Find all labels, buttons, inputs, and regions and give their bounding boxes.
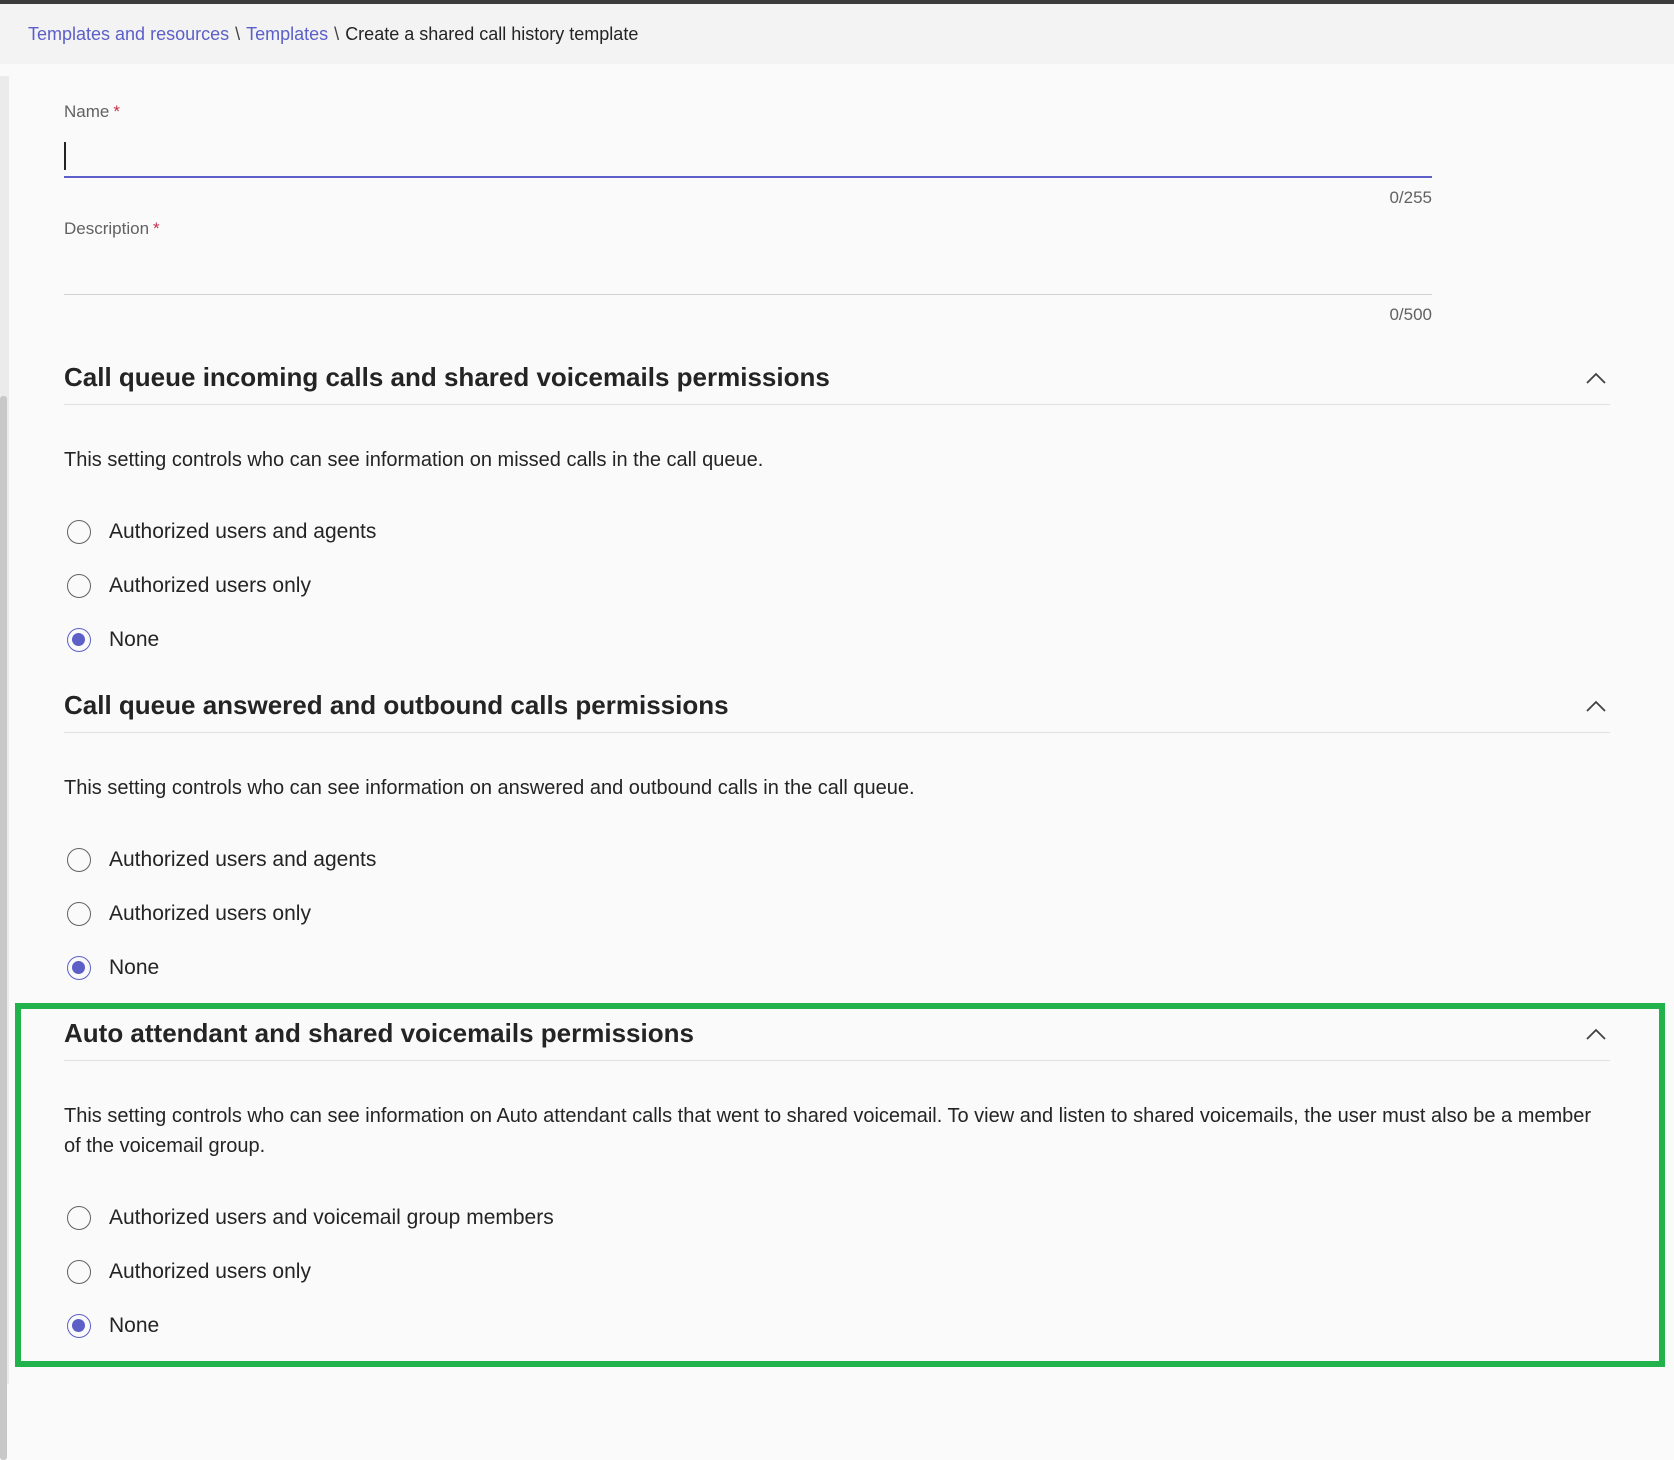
- required-mark: *: [153, 219, 160, 238]
- scrollbar-track[interactable]: [0, 76, 9, 1460]
- radio-label: Authorized users and agents: [109, 520, 377, 543]
- section-description: This setting controls who can see inform…: [64, 1105, 1592, 1157]
- radio-unchecked-icon[interactable]: [67, 574, 91, 598]
- radio-checked-icon[interactable]: [67, 1314, 91, 1338]
- scrollbar-thumb[interactable]: [0, 396, 7, 1460]
- text-caret: [64, 142, 66, 170]
- radio-option[interactable]: None: [64, 613, 1610, 667]
- section-description: This setting controls who can see inform…: [64, 777, 915, 799]
- radio-group: Authorized users and agents Authorized u…: [64, 833, 1610, 995]
- radio-option[interactable]: Authorized users only: [64, 887, 1610, 941]
- radio-checked-icon[interactable]: [67, 628, 91, 652]
- breadcrumb-current-page: Create a shared call history template: [345, 23, 639, 44]
- description-field-group: Description * 0/500: [64, 219, 1432, 324]
- description-char-counter: 0/500: [1389, 305, 1432, 324]
- radio-label: Authorized users only: [109, 902, 311, 925]
- radio-label: None: [109, 956, 160, 979]
- chevron-up-icon[interactable]: [1584, 1022, 1608, 1046]
- section-title: Auto attendant and shared voicemails per…: [64, 1018, 694, 1048]
- section-description: This setting controls who can see inform…: [64, 449, 764, 471]
- radio-group: Authorized users and voicemail group mem…: [64, 1191, 1610, 1353]
- section-title: Call queue incoming calls and shared voi…: [64, 362, 830, 392]
- radio-option[interactable]: Authorized users only: [64, 1245, 1610, 1299]
- radio-unchecked-icon[interactable]: [67, 520, 91, 544]
- radio-label: None: [109, 628, 160, 651]
- radio-label: Authorized users only: [109, 574, 311, 597]
- chevron-up-icon[interactable]: [1584, 366, 1608, 390]
- name-field-group: Name * 0/255: [64, 102, 1432, 207]
- name-char-counter: 0/255: [1389, 188, 1432, 207]
- section-call-queue-answered-outbound: Call queue answered and outbound calls p…: [64, 679, 1610, 995]
- section-header[interactable]: Auto attendant and shared voicemails per…: [64, 1007, 1610, 1061]
- breadcrumb: Templates and resources \ Templates \ Cr…: [0, 4, 1674, 64]
- radio-option[interactable]: None: [64, 1299, 1610, 1353]
- breadcrumb-separator: \: [334, 23, 340, 44]
- radio-label: Authorized users and voicemail group mem…: [109, 1206, 554, 1229]
- breadcrumb-templates-and-resources[interactable]: Templates and resources: [28, 24, 229, 45]
- radio-unchecked-icon[interactable]: [67, 1260, 91, 1284]
- radio-option[interactable]: Authorized users and agents: [64, 833, 1610, 887]
- description-input[interactable]: [64, 247, 1432, 295]
- name-label: Name *: [64, 102, 120, 121]
- breadcrumb-templates[interactable]: Templates: [246, 24, 328, 45]
- section-title: Call queue answered and outbound calls p…: [64, 690, 729, 720]
- radio-group: Authorized users and agents Authorized u…: [64, 505, 1610, 667]
- description-label: Description *: [64, 219, 160, 238]
- radio-option[interactable]: Authorized users and agents: [64, 505, 1610, 559]
- radio-checked-icon[interactable]: [67, 956, 91, 980]
- section-header[interactable]: Call queue answered and outbound calls p…: [64, 679, 1610, 733]
- radio-label: None: [109, 1314, 160, 1337]
- breadcrumb-separator: \: [235, 23, 241, 44]
- section-auto-attendant-voicemails: Auto attendant and shared voicemails per…: [64, 1007, 1610, 1353]
- required-mark: *: [113, 102, 120, 121]
- radio-option[interactable]: Authorized users and voicemail group mem…: [64, 1191, 1610, 1245]
- radio-unchecked-icon[interactable]: [67, 848, 91, 872]
- name-input[interactable]: [64, 130, 1432, 178]
- radio-label: Authorized users only: [109, 1260, 311, 1283]
- radio-label: Authorized users and agents: [109, 848, 377, 871]
- radio-option[interactable]: None: [64, 941, 1610, 995]
- radio-unchecked-icon[interactable]: [67, 902, 91, 926]
- section-call-queue-incoming: Call queue incoming calls and shared voi…: [64, 351, 1610, 667]
- radio-unchecked-icon[interactable]: [67, 1206, 91, 1230]
- radio-option[interactable]: Authorized users only: [64, 559, 1610, 613]
- section-header[interactable]: Call queue incoming calls and shared voi…: [64, 351, 1610, 405]
- chevron-up-icon[interactable]: [1584, 694, 1608, 718]
